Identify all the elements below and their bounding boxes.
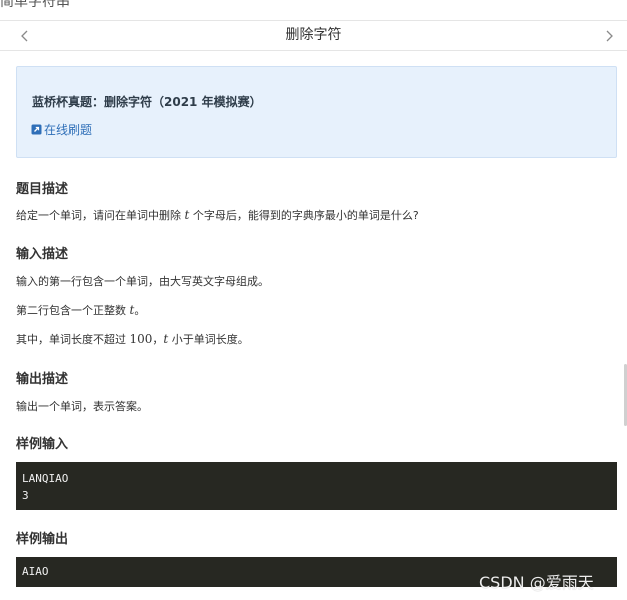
sample-input-heading: 样例输入 — [16, 437, 69, 452]
description-heading: 题目描述 — [16, 182, 69, 197]
input-line-2-before: 第二行包含一个正整数 — [16, 304, 130, 317]
sample-input-code[interactable]: LANQIAO 3 — [16, 462, 617, 510]
info-box: 蓝桥杯真题：删除字符（2021 年模拟赛） 在线刷题 — [16, 66, 617, 158]
input-line-3-sep: ， — [152, 333, 164, 346]
input-line-1: 输入的第一行包含一个单词，由大写英文字母组成。 — [16, 275, 269, 288]
max-length-number: 100 — [129, 332, 153, 346]
next-problem-button[interactable] — [598, 21, 620, 50]
description-text: 给定一个单词，请问在单词中删除 t 个字母后，能得到的字典序最小的单词是什么? — [16, 207, 419, 223]
input-line-2: 第二行包含一个正整数 t。 — [16, 302, 145, 318]
page-cut-title: 简单字符串 — [0, 0, 70, 10]
practice-online-label: 在线刷题 — [44, 123, 93, 137]
csdn-watermark: CSDN @爱雨天 — [479, 573, 594, 592]
chevron-right-icon — [606, 30, 613, 41]
output-line-1: 输出一个单词，表示答案。 — [16, 400, 148, 413]
info-title: 蓝桥杯真题：删除字符（2021 年模拟赛） — [32, 95, 262, 109]
input-line-3-after: 小于单词长度。 — [168, 333, 249, 346]
problem-navbar: 删除字符 — [0, 20, 627, 51]
description-text-after: 个字母后，能得到的字典序最小的单词是什么? — [189, 209, 419, 222]
practice-online-link[interactable]: 在线刷题 — [31, 121, 92, 138]
input-line-3: 其中，单词长度不超过 100，t 小于单词长度。 — [16, 331, 249, 347]
external-link-icon — [31, 124, 42, 135]
input-line-3-before: 其中，单词长度不超过 — [16, 333, 130, 346]
code-line: 3 — [22, 489, 29, 502]
description-text-before: 给定一个单词，请问在单词中删除 — [16, 209, 185, 222]
input-heading: 输入描述 — [16, 247, 69, 262]
sample-output-heading: 样例输出 — [16, 532, 69, 547]
input-line-2-after: 。 — [134, 304, 146, 317]
code-line: LANQIAO — [22, 472, 69, 485]
output-heading: 输出描述 — [16, 372, 69, 387]
nav-title: 删除字符 — [285, 27, 342, 43]
problem-page: 简单字符串 删除字符 蓝桥杯真题：删除字符（2021 年模拟赛） 在线刷题 题目… — [0, 0, 627, 600]
